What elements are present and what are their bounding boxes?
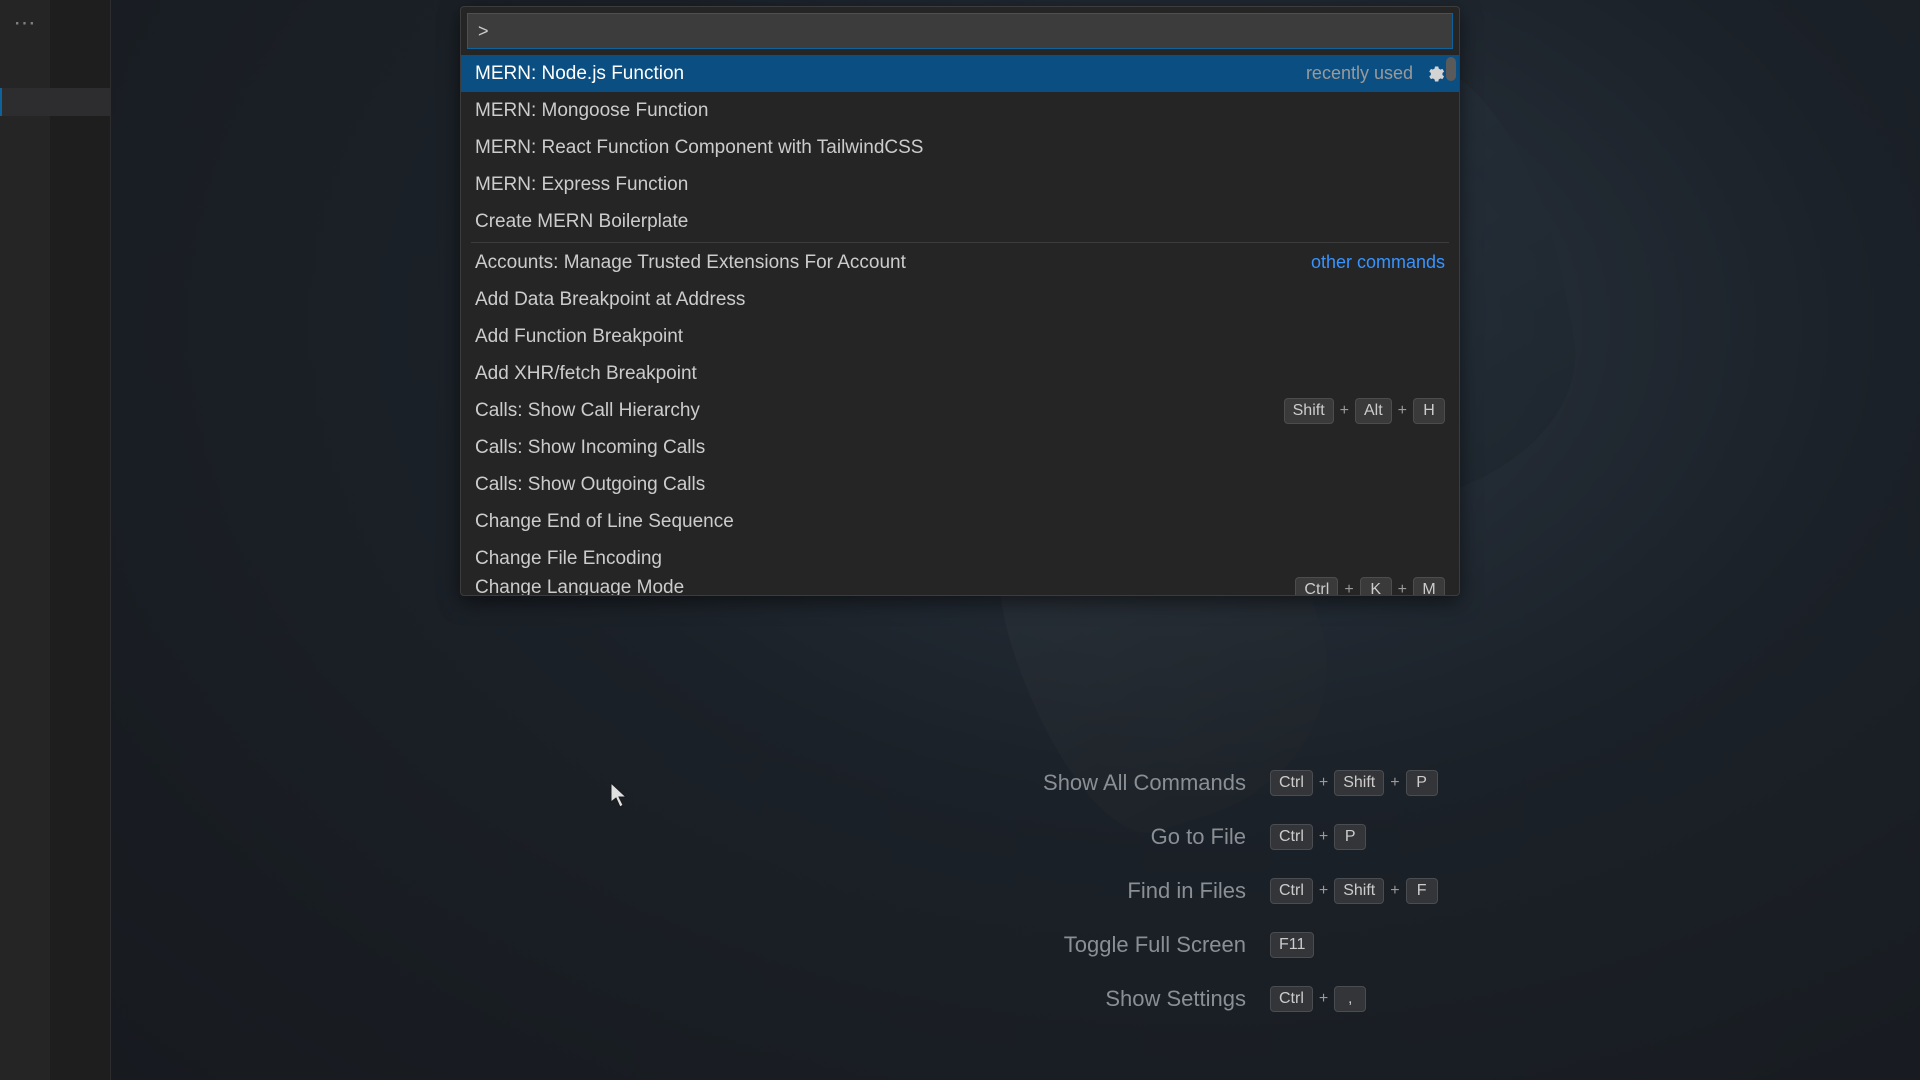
command-row[interactable]: Change End of Line Sequence (461, 503, 1459, 540)
hint-label: Show All Commands (640, 770, 1246, 796)
command-palette-list[interactable]: MERN: Node.js Functionrecently usedMERN:… (461, 55, 1459, 595)
command-row[interactable]: Change Language ModeCtrl+K+M (461, 577, 1459, 595)
command-label: Change Language Mode (475, 577, 684, 595)
command-row[interactable]: MERN: Express Function (461, 166, 1459, 203)
command-label: Calls: Show Call Hierarchy (475, 400, 700, 422)
activity-bar: ⋯ (0, 0, 50, 1080)
ellipsis-icon[interactable]: ⋯ (14, 10, 37, 36)
section-badge: other commands (1311, 252, 1445, 273)
welcome-hint: Go to File Ctrl+P (640, 824, 1460, 850)
recently-used-badge: recently used (1306, 63, 1413, 84)
keycap: Ctrl (1295, 577, 1338, 595)
scrollbar-thumb[interactable] (1446, 57, 1456, 81)
hint-keys: Ctrl+P (1270, 824, 1460, 850)
keycap: Shift (1334, 770, 1384, 796)
command-palette: MERN: Node.js Functionrecently usedMERN:… (460, 6, 1460, 596)
hint-keys: Ctrl+, (1270, 986, 1460, 1012)
welcome-hint: Toggle Full Screen F11 (640, 932, 1460, 958)
command-row[interactable]: Create MERN Boilerplate (461, 203, 1459, 240)
keycap: Ctrl (1270, 986, 1313, 1012)
keycap: Shift (1334, 878, 1384, 904)
command-palette-input[interactable] (467, 13, 1453, 49)
hint-label: Find in Files (640, 878, 1246, 904)
command-row[interactable]: Calls: Show Outgoing Calls (461, 466, 1459, 503)
keycap: K (1360, 577, 1392, 595)
hint-keys: Ctrl+Shift+P (1270, 770, 1460, 796)
gear-icon[interactable] (1425, 64, 1445, 84)
command-label: MERN: Express Function (475, 174, 688, 196)
keycap: Ctrl (1270, 770, 1313, 796)
command-row[interactable]: Change File Encoding (461, 540, 1459, 577)
welcome-hint: Find in Files Ctrl+Shift+F (640, 878, 1460, 904)
keycap: P (1334, 824, 1366, 850)
active-tab-indicator (0, 88, 110, 116)
keycap: , (1334, 986, 1366, 1012)
command-row[interactable]: Add XHR/fetch Breakpoint (461, 355, 1459, 392)
command-row[interactable]: Add Function Breakpoint (461, 318, 1459, 355)
keycap: M (1413, 577, 1445, 595)
command-label: MERN: Mongoose Function (475, 100, 708, 122)
command-row[interactable]: Calls: Show Incoming Calls (461, 429, 1459, 466)
keycap: F (1406, 878, 1438, 904)
command-row[interactable]: Add Data Breakpoint at Address (461, 281, 1459, 318)
command-label: Add Data Breakpoint at Address (475, 289, 745, 311)
command-label: MERN: Node.js Function (475, 63, 684, 85)
welcome-hint: Show All Commands Ctrl+Shift+P (640, 770, 1460, 796)
hint-label: Go to File (640, 824, 1246, 850)
keycap: Ctrl (1270, 824, 1313, 850)
list-divider (471, 242, 1449, 243)
command-row[interactable]: MERN: React Function Component with Tail… (461, 129, 1459, 166)
command-label: Change File Encoding (475, 548, 662, 570)
command-row[interactable]: Calls: Show Call HierarchyShift+Alt+H (461, 392, 1459, 429)
command-label: Add Function Breakpoint (475, 326, 683, 348)
command-label: Accounts: Manage Trusted Extensions For … (475, 252, 906, 274)
keycap: Shift (1284, 398, 1334, 424)
command-row[interactable]: MERN: Mongoose Function (461, 92, 1459, 129)
keycap: Ctrl (1270, 878, 1313, 904)
command-label: Calls: Show Outgoing Calls (475, 474, 705, 496)
hint-keys: Ctrl+Shift+F (1270, 878, 1460, 904)
cursor-icon (610, 782, 628, 808)
command-label: MERN: React Function Component with Tail… (475, 137, 923, 159)
keycap: P (1406, 770, 1438, 796)
keycap: Alt (1355, 398, 1392, 424)
command-row[interactable]: Accounts: Manage Trusted Extensions For … (461, 244, 1459, 281)
command-label: Calls: Show Incoming Calls (475, 437, 705, 459)
welcome-hint: Show Settings Ctrl+, (640, 986, 1460, 1012)
command-row[interactable]: MERN: Node.js Function recently used (461, 55, 1459, 92)
hint-keys: F11 (1270, 932, 1460, 958)
keycap: F11 (1270, 932, 1314, 958)
command-label: Change End of Line Sequence (475, 511, 734, 533)
command-label: Create MERN Boilerplate (475, 211, 688, 233)
welcome-hints: Show All Commands Ctrl+Shift+P Go to File C… (640, 770, 1460, 1012)
command-label: Add XHR/fetch Breakpoint (475, 363, 697, 385)
keycap: H (1413, 398, 1445, 424)
hint-label: Show Settings (640, 986, 1246, 1012)
hint-label: Toggle Full Screen (640, 932, 1246, 958)
